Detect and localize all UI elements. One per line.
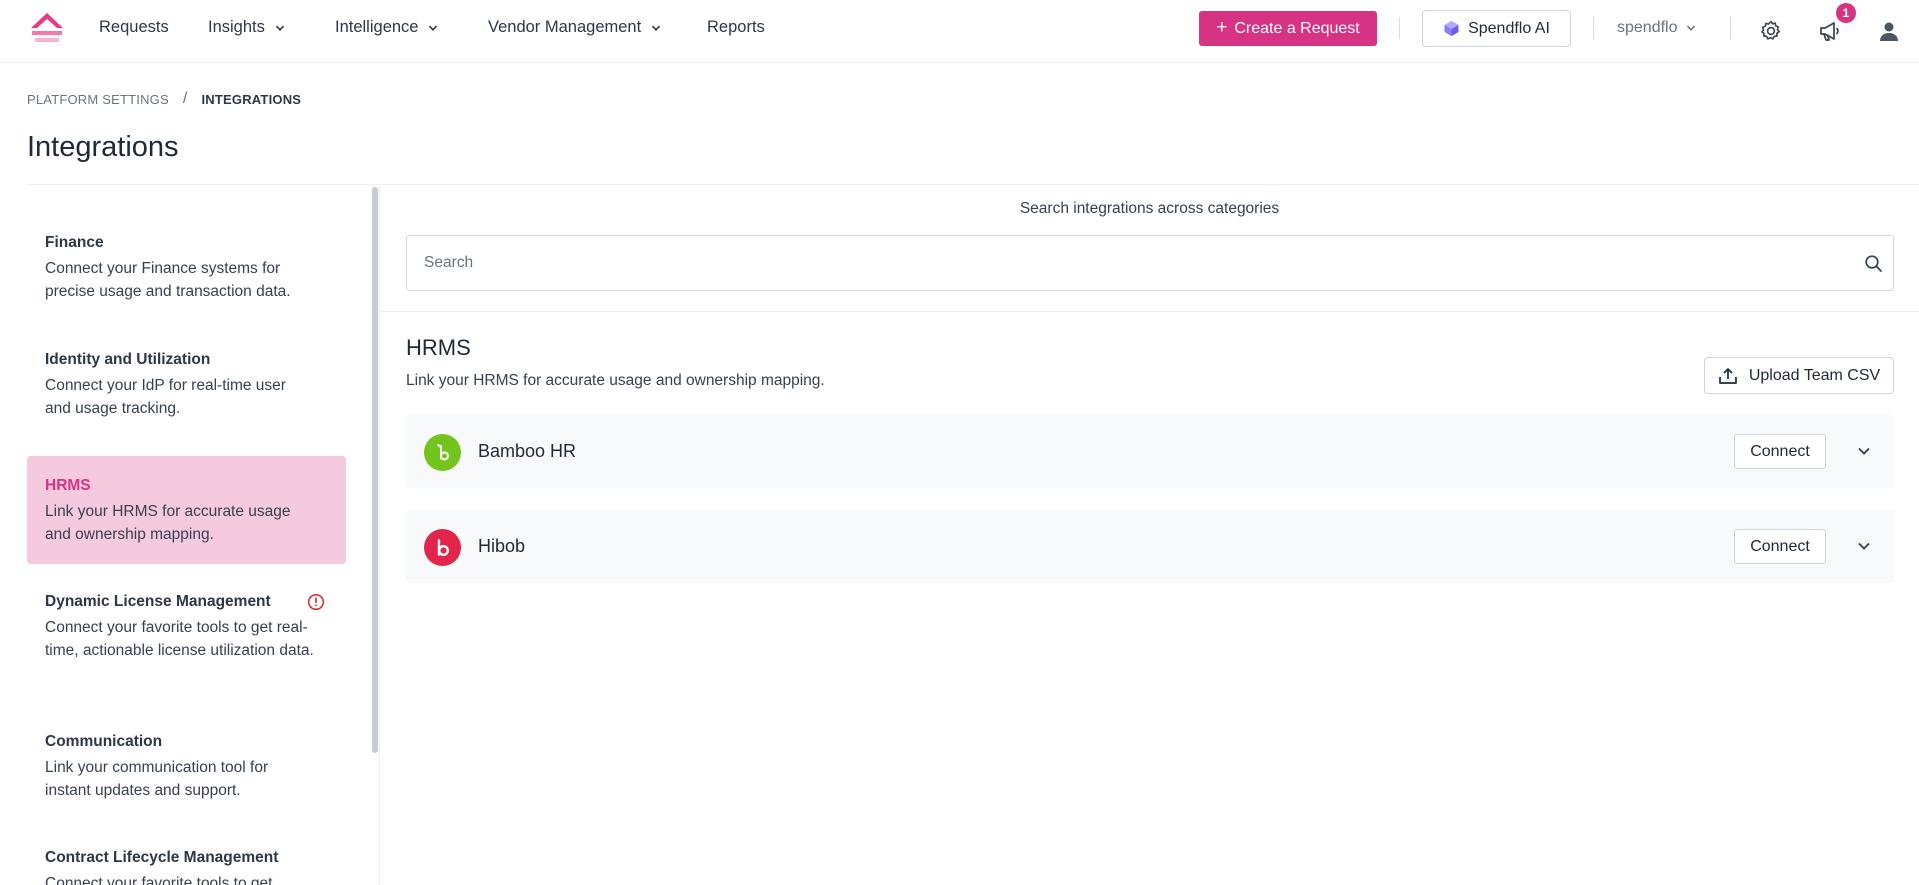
- nav-requests[interactable]: Requests: [99, 0, 169, 55]
- page-title: Integrations: [27, 131, 179, 163]
- user-avatar-icon[interactable]: [1876, 18, 1902, 44]
- upload-team-csv-button[interactable]: Upload Team CSV: [1704, 357, 1894, 394]
- integration-row-bamboo-hr[interactable]: Bamboo HR Connect: [406, 415, 1894, 488]
- sidebar-item-finance[interactable]: Finance Connect your Finance systems for…: [27, 230, 346, 310]
- chevron-down-icon: [1686, 24, 1695, 31]
- spendflo-ai-button[interactable]: Spendflo AI: [1422, 10, 1571, 47]
- search-icon[interactable]: [1864, 254, 1883, 278]
- connect-button[interactable]: Connect: [1734, 434, 1826, 469]
- hibob-logo-icon: [424, 529, 461, 566]
- sidebar-scrollbar-thumb[interactable]: [372, 187, 378, 753]
- spendflo-ai-label: Spendflo AI: [1468, 19, 1550, 37]
- org-label: spendflo: [1617, 18, 1678, 36]
- upload-team-csv-label: Upload Team CSV: [1748, 366, 1881, 384]
- notification-badge: 1: [1836, 3, 1856, 23]
- sidebar-item-contract-lifecycle-management[interactable]: Contract Lifecycle Management Connect yo…: [27, 845, 346, 885]
- divider: [1730, 17, 1731, 39]
- create-request-label: Create a Request: [1234, 19, 1360, 37]
- sidebar-item-title: Communication: [45, 733, 163, 750]
- search-caption: Search integrations across categories: [1019, 200, 1280, 217]
- sidebar-item-title: Identity and Utilization: [45, 351, 211, 368]
- sidebar-item-title: Dynamic License Management: [45, 593, 271, 610]
- chevron-down-icon: [275, 24, 284, 31]
- logo-icon[interactable]: [30, 12, 64, 44]
- nav-reports[interactable]: Reports: [707, 0, 765, 55]
- breadcrumb-separator: /: [182, 90, 188, 107]
- ai-cube-icon: [1444, 21, 1459, 36]
- nav-intelligence[interactable]: Intelligence: [335, 0, 438, 55]
- divider: [1399, 17, 1400, 39]
- sidebar-item-hrms[interactable]: HRMS Link your HRMS for accurate usage a…: [27, 456, 346, 564]
- upload-icon: [1718, 367, 1737, 384]
- nav-insights-label: Insights: [208, 18, 265, 36]
- gear-icon[interactable]: [1758, 18, 1784, 44]
- sidebar-item-description: Connect your IdP for real-time user and …: [45, 377, 286, 417]
- chevron-down-icon[interactable]: [1854, 441, 1874, 461]
- sidebar-item-dynamic-license-management[interactable]: Dynamic License Management Connect your …: [27, 589, 346, 699]
- divider: [1593, 17, 1594, 39]
- integration-name: Bamboo HR: [478, 441, 577, 461]
- chevron-down-icon: [652, 24, 661, 31]
- category-sidebar: Finance Connect your Finance systems for…: [27, 185, 346, 885]
- integration-row-hibob[interactable]: Hibob Connect: [406, 510, 1894, 583]
- integration-name: Hibob: [478, 536, 526, 556]
- search-field[interactable]: [406, 235, 1894, 291]
- sidebar-item-description: Connect your favorite tools to get: [45, 875, 273, 885]
- nav-vendor-management-label: Vendor Management: [488, 18, 642, 36]
- sidebar-item-title: Contract Lifecycle Management: [45, 849, 279, 866]
- section-title: HRMS: [406, 335, 471, 360]
- nav-insights[interactable]: Insights: [208, 0, 285, 55]
- chevron-down-icon[interactable]: [1854, 536, 1874, 556]
- bamboo-hr-logo-icon: [424, 434, 461, 471]
- nav-reports-label: Reports: [707, 18, 765, 36]
- divider: [380, 311, 1919, 312]
- breadcrumb-platform-settings[interactable]: PLATFORM SETTINGS: [27, 92, 169, 107]
- sidebar-item-communication[interactable]: Communication Link your communication to…: [27, 729, 346, 809]
- nav-requests-label: Requests: [99, 18, 169, 36]
- sidebar-item-identity-and-utilization[interactable]: Identity and Utilization Connect your Id…: [27, 347, 346, 427]
- sidebar-item-description: Connect your favorite tools to get real-…: [45, 619, 314, 659]
- divider: [379, 185, 380, 885]
- nav-intelligence-label: Intelligence: [335, 18, 419, 36]
- sidebar-item-description: Link your communication tool for instant…: [45, 759, 269, 799]
- warning-icon: [307, 593, 325, 611]
- sidebar-item-description: Link your HRMS for accurate usage and ow…: [45, 503, 291, 543]
- sidebar-item-description: Connect your Finance systems for precise…: [45, 260, 291, 300]
- plus-icon: +: [1216, 17, 1228, 38]
- org-switcher[interactable]: spendflo: [1617, 0, 1696, 55]
- sidebar-item-title: HRMS: [45, 477, 91, 494]
- connect-button[interactable]: Connect: [1734, 529, 1826, 564]
- top-navigation-bar: Requests Insights Intelligence Vendor Ma…: [0, 0, 1919, 63]
- breadcrumb-integrations: INTEGRATIONS: [201, 91, 302, 107]
- sidebar-item-title: Finance: [45, 234, 104, 251]
- chevron-down-icon: [429, 24, 438, 31]
- nav-vendor-management[interactable]: Vendor Management: [488, 0, 661, 55]
- section-description: Link your HRMS for accurate usage and ow…: [406, 372, 825, 389]
- breadcrumb: PLATFORM SETTINGS / INTEGRATIONS: [27, 90, 301, 108]
- create-request-button[interactable]: + Create a Request: [1199, 11, 1377, 46]
- search-input[interactable]: [424, 236, 1824, 290]
